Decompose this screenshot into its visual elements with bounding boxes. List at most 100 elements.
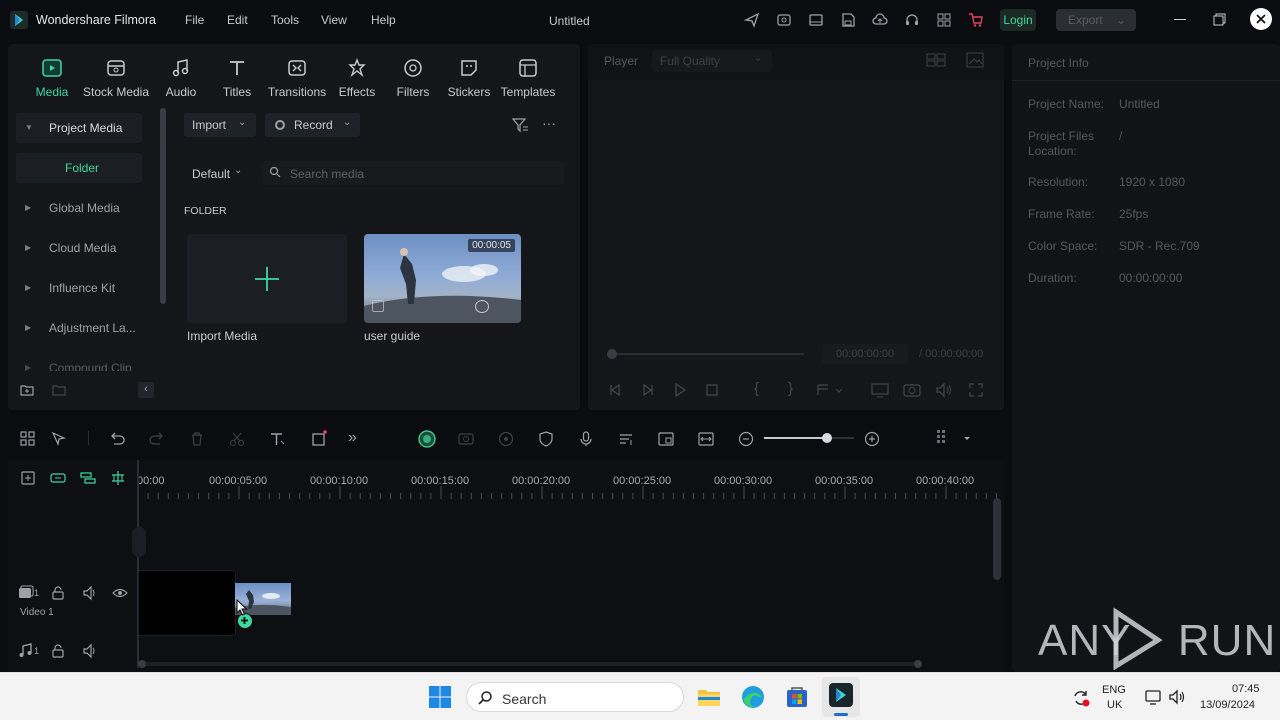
zoom-out-icon[interactable]	[737, 430, 755, 448]
timeline-horizontal-scrollbar[interactable]	[142, 662, 918, 666]
sidebar-item-global-media[interactable]: ▶ Global Media	[16, 193, 142, 223]
edge-browser-icon[interactable]	[740, 684, 766, 710]
add-track-icon[interactable]	[19, 469, 37, 487]
import-media-card[interactable]	[187, 234, 347, 323]
hscroll-right-handle[interactable]	[914, 660, 922, 668]
sidebar-item-project-media[interactable]: ▼ Project Media	[16, 113, 142, 143]
next-frame-icon[interactable]	[640, 382, 656, 398]
fit-timeline-icon[interactable]	[697, 430, 715, 448]
snap-icon[interactable]	[109, 469, 127, 487]
region-indicator[interactable]: UK	[1107, 699, 1122, 711]
file-explorer-icon[interactable]	[696, 684, 722, 710]
language-indicator[interactable]: ENG	[1102, 684, 1126, 696]
microsoft-store-icon[interactable]	[784, 684, 810, 710]
hscroll-left-handle[interactable]	[138, 660, 146, 668]
undo-icon[interactable]	[108, 430, 126, 448]
quality-dropdown[interactable]: Full Quality ⌄	[652, 50, 772, 72]
select-tool-icon[interactable]	[50, 430, 68, 448]
filter-sort-icon[interactable]	[511, 116, 529, 134]
playhead-handle[interactable]	[607, 349, 617, 359]
sidebar-item-folder[interactable]: Folder	[16, 153, 142, 183]
windows-start-icon[interactable]	[428, 685, 452, 709]
render-preview-icon[interactable]	[497, 430, 515, 448]
sidebar-scrollbar[interactable]	[160, 108, 166, 304]
menu-file[interactable]: File	[185, 13, 204, 27]
playhead-marker[interactable]	[132, 527, 146, 557]
import-dropdown[interactable]: Import ⌄	[184, 113, 256, 137]
search-media-box[interactable]: Search media	[262, 161, 564, 185]
save-icon[interactable]	[840, 12, 856, 28]
layout-icon[interactable]	[808, 12, 824, 28]
sync-alert-icon[interactable]	[1071, 688, 1091, 708]
drop-placeholder-clip[interactable]	[138, 570, 236, 636]
player-viewport[interactable]	[592, 82, 1000, 337]
track-settings-icon[interactable]	[935, 428, 971, 448]
login-button[interactable]: Login	[1000, 9, 1036, 31]
close-icon[interactable]	[1250, 8, 1272, 30]
clock-time[interactable]: 07:45	[1232, 683, 1260, 695]
link-clips-icon[interactable]	[49, 469, 67, 487]
fullscreen-icon[interactable]	[968, 382, 984, 398]
sort-dropdown[interactable]: Default ⌄	[184, 161, 256, 185]
mark-in-icon[interactable]: {	[754, 380, 766, 398]
snapshot-image-icon[interactable]	[966, 52, 984, 68]
microphone-icon[interactable]	[577, 430, 595, 448]
stop-icon[interactable]	[704, 382, 720, 398]
pip-icon[interactable]	[657, 430, 675, 448]
sidebar-item-cloud-media[interactable]: ▶ Cloud Media	[16, 233, 142, 263]
new-folder-icon[interactable]	[19, 382, 35, 398]
redo-icon[interactable]	[148, 430, 166, 448]
shield-icon[interactable]	[537, 430, 555, 448]
magnetic-track-icon[interactable]	[79, 469, 97, 487]
filmora-taskbar-icon[interactable]	[822, 677, 860, 717]
menu-help[interactable]: Help	[371, 13, 396, 27]
insert-marker-icon[interactable]	[816, 382, 844, 398]
text-tool-icon[interactable]	[268, 430, 286, 448]
sidebar-item-adjustment-layer[interactable]: ▶ Adjustment La...	[16, 313, 142, 343]
layout-grid-icon[interactable]	[19, 430, 37, 448]
snapshot-camera-icon[interactable]	[903, 382, 921, 398]
more-options-icon[interactable]: ···	[542, 116, 560, 134]
sidebar-item-influence-kit[interactable]: ▶ Influence Kit	[16, 273, 142, 303]
delete-icon[interactable]	[188, 430, 206, 448]
grid-layout-icon[interactable]	[926, 53, 946, 67]
eye-visibility-icon[interactable]	[112, 585, 130, 603]
mark-out-icon[interactable]: }	[788, 380, 800, 398]
menu-view[interactable]: View	[321, 13, 347, 27]
audio-lock-icon[interactable]	[50, 643, 68, 661]
speaker-volume-icon[interactable]	[1168, 688, 1186, 706]
collapse-sidebar-button[interactable]: ‹	[138, 382, 154, 398]
more-tools-icon[interactable]: »	[348, 430, 366, 448]
lock-icon[interactable]	[50, 585, 68, 603]
gallery-icon[interactable]	[776, 12, 792, 28]
minimize-icon[interactable]	[1174, 19, 1186, 20]
volume-icon[interactable]	[935, 382, 953, 398]
playhead-progress-bar[interactable]	[612, 353, 804, 355]
menu-edit[interactable]: Edit	[227, 13, 248, 27]
sidebar-item-compound-clip[interactable]: ▶ Compound Clip	[16, 353, 142, 371]
previous-frame-icon[interactable]	[607, 382, 623, 398]
play-icon[interactable]	[672, 382, 688, 398]
apps-grid-icon[interactable]	[936, 12, 952, 28]
menu-tools[interactable]: Tools	[271, 13, 299, 27]
cart-icon[interactable]	[968, 12, 984, 28]
display-monitor-icon[interactable]	[871, 382, 889, 398]
ai-assistant-icon[interactable]	[417, 429, 437, 449]
timeline-vertical-scrollbar[interactable]	[993, 498, 1001, 580]
taskbar-search-box[interactable]: Search	[466, 682, 684, 712]
cloud-upload-icon[interactable]	[872, 12, 888, 28]
folder-icon[interactable]	[51, 382, 67, 398]
tab-templates[interactable]: Templates	[488, 57, 568, 99]
network-icon[interactable]	[1144, 688, 1162, 706]
zoom-slider-track[interactable]	[764, 437, 854, 439]
mute-speaker-icon[interactable]	[82, 585, 100, 603]
record-dropdown[interactable]: Record ⌄	[265, 113, 360, 137]
restore-icon[interactable]	[1213, 13, 1226, 26]
send-icon[interactable]	[744, 12, 760, 28]
cut-scissors-icon[interactable]	[228, 430, 246, 448]
user-guide-thumbnail[interactable]: 00:00:05	[364, 234, 521, 323]
audio-speaker-icon[interactable]	[82, 643, 100, 661]
zoom-slider-handle[interactable]	[822, 433, 832, 443]
clock-date[interactable]: 13/09/2024	[1200, 699, 1255, 711]
support-headset-icon[interactable]	[904, 12, 920, 28]
